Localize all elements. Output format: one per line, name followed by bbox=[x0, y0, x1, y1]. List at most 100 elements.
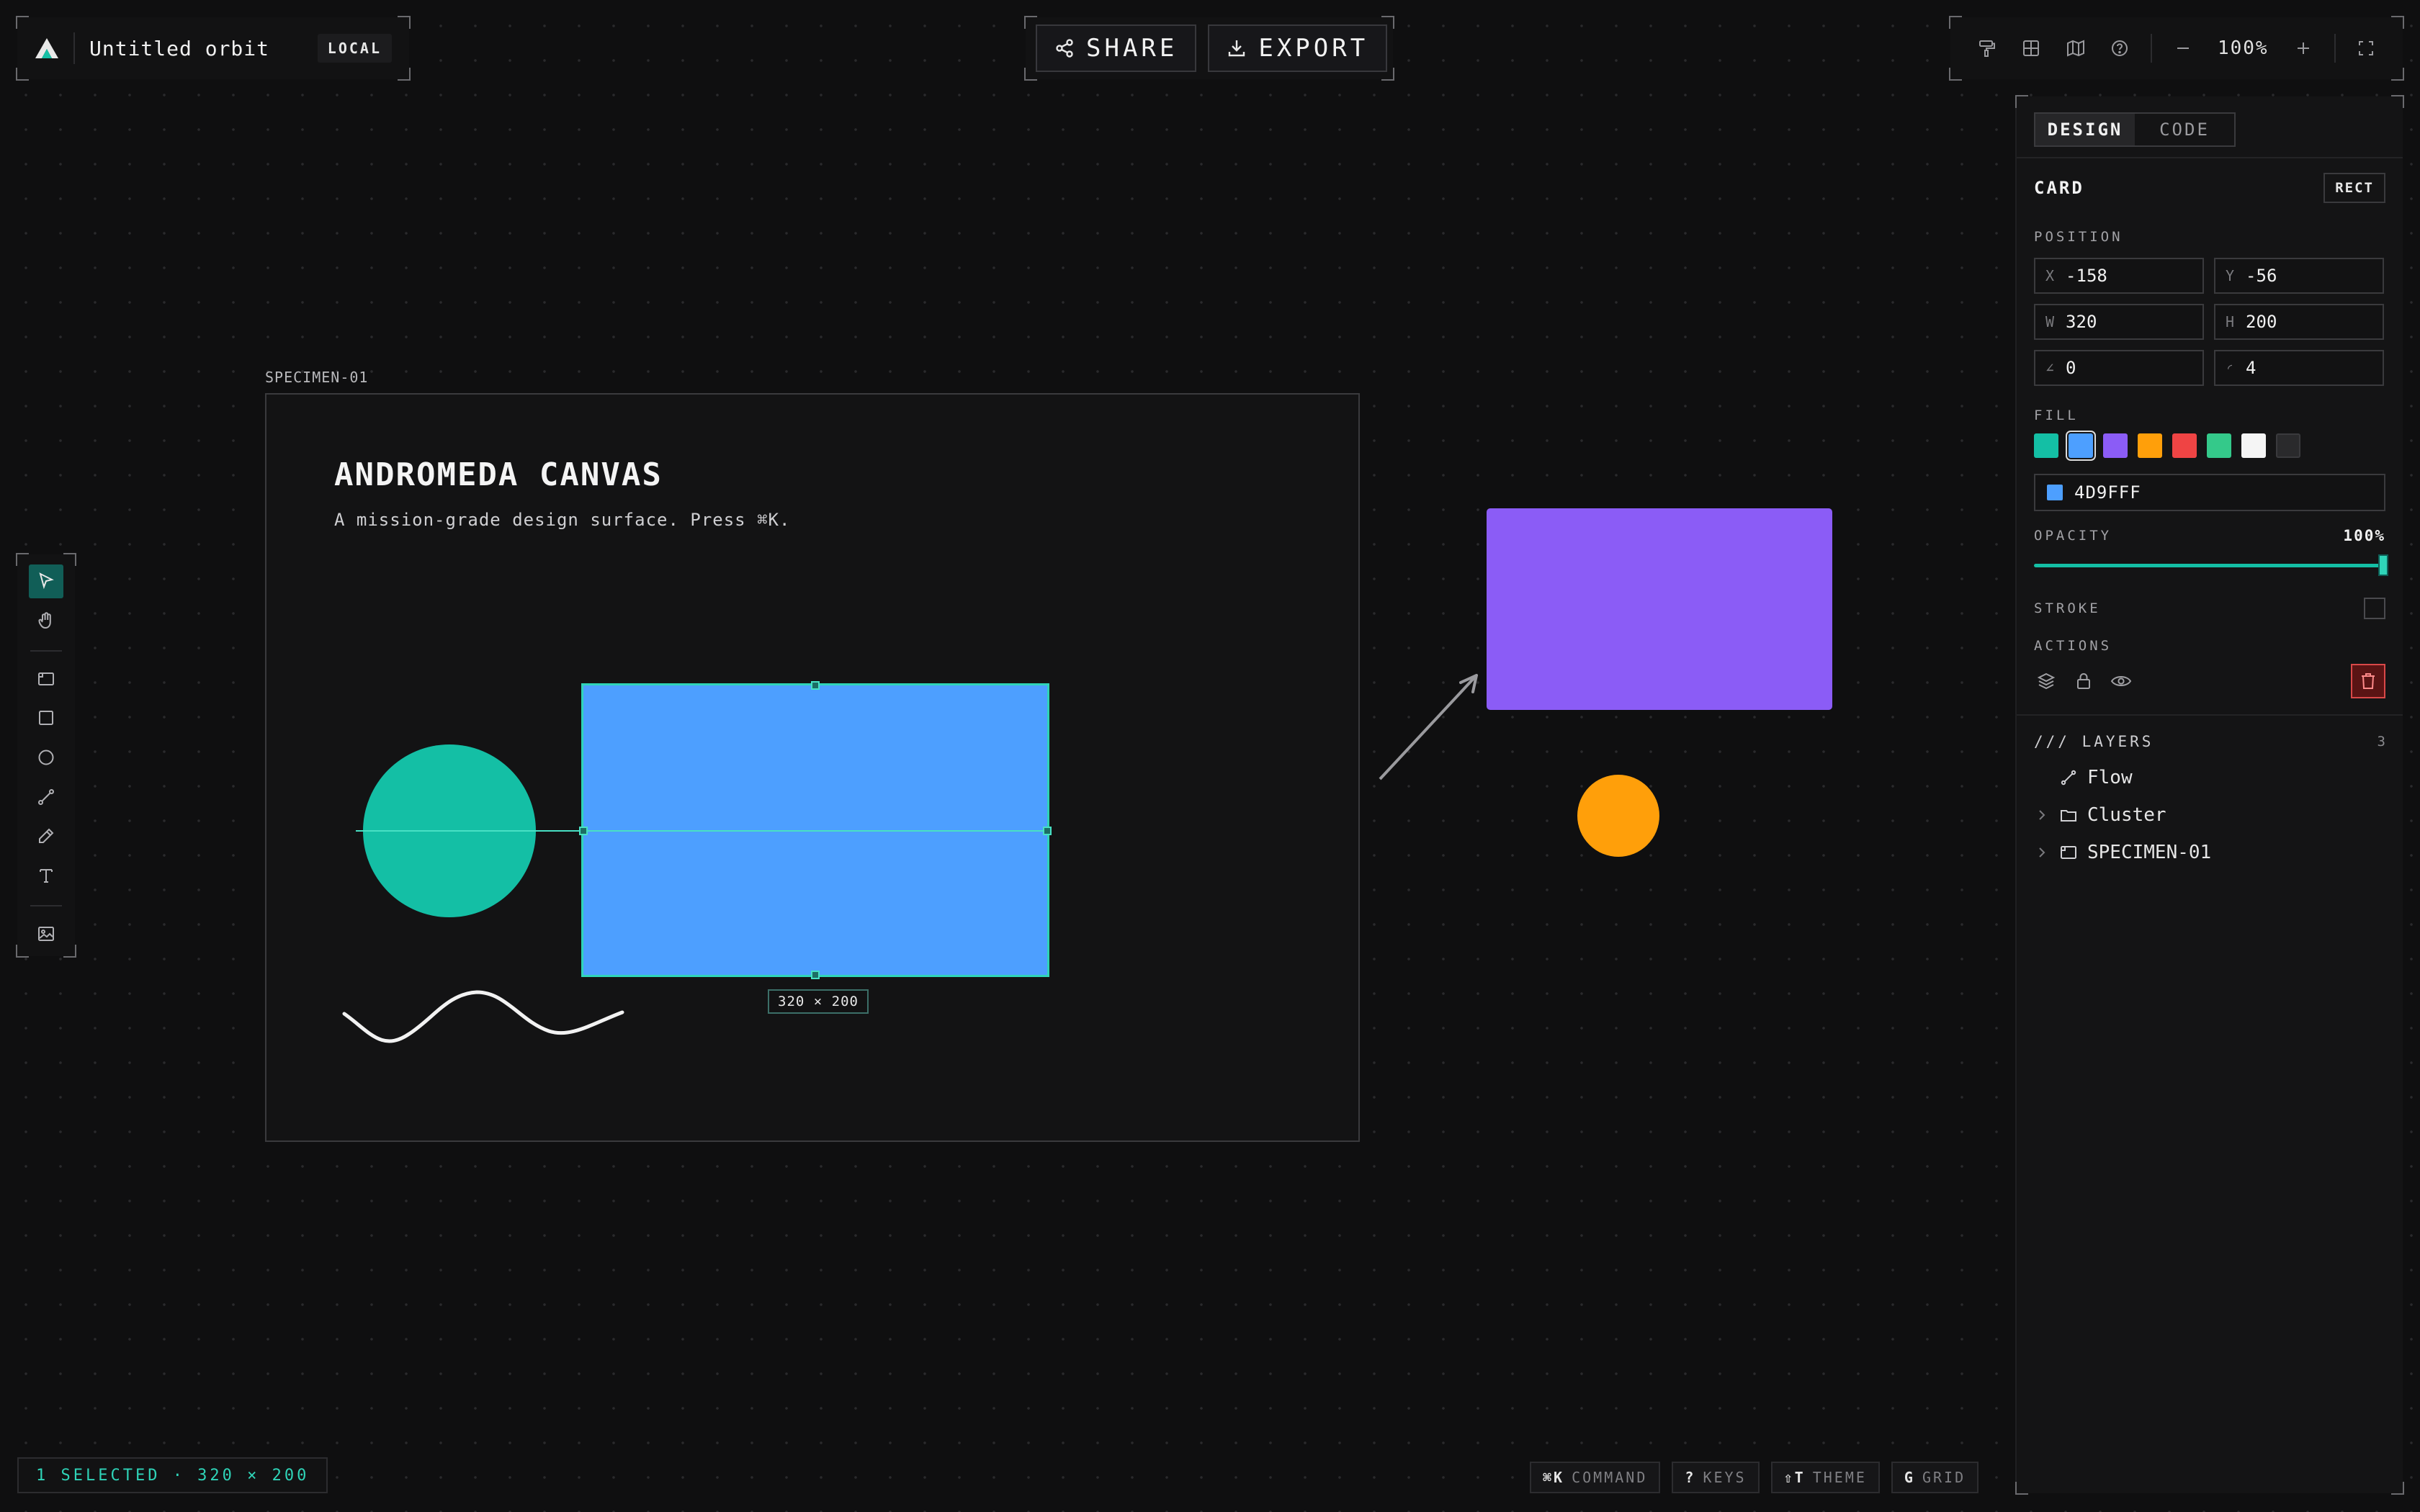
share-button[interactable]: SHARE bbox=[1036, 24, 1197, 72]
opacity-slider-thumb[interactable] bbox=[2378, 554, 2388, 576]
text-icon bbox=[40, 868, 53, 883]
hex-value[interactable]: 4D9FFF bbox=[2074, 482, 2141, 503]
height-field[interactable]: H 200 bbox=[2214, 304, 2384, 340]
y-field[interactable]: Y -56 bbox=[2214, 258, 2384, 294]
resize-handle-right[interactable] bbox=[1043, 827, 1052, 835]
hint-key: ? bbox=[1685, 1469, 1696, 1486]
zoom-in-icon[interactable] bbox=[2281, 27, 2326, 70]
height-value[interactable]: 200 bbox=[2246, 312, 2277, 332]
tab-design[interactable]: DESIGN bbox=[2035, 114, 2135, 145]
canvas-subtitle-text[interactable]: A mission-grade design surface. Press ⌘K… bbox=[334, 510, 790, 530]
frame-icon bbox=[2061, 846, 2076, 859]
resize-handle-top[interactable] bbox=[811, 681, 820, 690]
fill-section-label: FILL bbox=[2034, 408, 2079, 423]
opacity-label: OPACITY bbox=[2034, 528, 2112, 544]
stroke-label: STROKE bbox=[2034, 600, 2101, 616]
layer-item-specimen[interactable]: SPECIMEN-01 bbox=[2034, 834, 2385, 871]
pencil-tool[interactable] bbox=[29, 819, 63, 853]
color-chip[interactable] bbox=[2047, 485, 2063, 500]
hint-grid[interactable]: G GRID bbox=[1891, 1462, 1979, 1493]
chevron-right-icon[interactable] bbox=[2034, 809, 2050, 822]
hint-theme[interactable]: ⇧T THEME bbox=[1770, 1462, 1880, 1493]
selection-name[interactable]: CARD bbox=[2034, 178, 2084, 198]
frame-label[interactable]: SPECIMEN-01 bbox=[265, 369, 368, 386]
corner-radius-icon: ◜ bbox=[2226, 359, 2235, 377]
line-icon bbox=[38, 788, 54, 805]
export-button[interactable]: EXPORT bbox=[1208, 24, 1388, 72]
fill-swatches bbox=[2034, 431, 2385, 461]
color-swatch[interactable] bbox=[2276, 433, 2300, 458]
rotation-value[interactable]: 0 bbox=[2066, 358, 2076, 378]
layer-item-flow[interactable]: Flow bbox=[2034, 759, 2385, 796]
dimension-tag: 320 × 200 bbox=[768, 989, 869, 1014]
actions-row bbox=[2034, 664, 2385, 698]
purple-rectangle-shape[interactable] bbox=[1487, 508, 1832, 710]
width-value[interactable]: 320 bbox=[2066, 312, 2097, 332]
resize-handle-left[interactable] bbox=[579, 827, 588, 835]
layers-count: 3 bbox=[2377, 734, 2385, 750]
stroke-toggle-checkbox[interactable] bbox=[2364, 598, 2385, 619]
canvas-title-text[interactable]: ANDROMEDA CANVAS bbox=[334, 456, 663, 493]
tab-code[interactable]: CODE bbox=[2135, 114, 2234, 145]
document-title[interactable]: Untitled orbit bbox=[89, 37, 303, 60]
export-label: EXPORT bbox=[1258, 34, 1369, 63]
hint-key: ⇧T bbox=[1783, 1469, 1806, 1486]
opacity-slider-track[interactable] bbox=[2034, 564, 2385, 567]
x-field[interactable]: X -158 bbox=[2034, 258, 2204, 294]
chevron-right-icon[interactable] bbox=[2034, 846, 2050, 859]
paint-roller-icon[interactable] bbox=[1965, 27, 2009, 70]
wave-path-shape[interactable] bbox=[340, 981, 628, 1045]
fullscreen-icon[interactable] bbox=[2344, 27, 2389, 70]
zoom-out-icon[interactable] bbox=[2161, 27, 2205, 70]
h-label: H bbox=[2226, 313, 2235, 330]
grid-icon[interactable] bbox=[2009, 27, 2054, 70]
rotation-field[interactable]: ∠ 0 bbox=[2034, 350, 2204, 386]
color-swatch[interactable] bbox=[2172, 433, 2197, 458]
storage-badge: LOCAL bbox=[317, 34, 392, 63]
radius-field[interactable]: ◜ 4 bbox=[2214, 350, 2384, 386]
frame-tool[interactable] bbox=[29, 662, 63, 696]
map-icon[interactable] bbox=[2053, 27, 2098, 70]
color-swatch[interactable] bbox=[2034, 433, 2058, 458]
y-value[interactable]: -56 bbox=[2246, 266, 2277, 286]
w-label: W bbox=[2045, 313, 2055, 330]
color-swatch[interactable] bbox=[2103, 433, 2128, 458]
flow-arrow-connector[interactable] bbox=[1368, 662, 1484, 786]
delete-button[interactable] bbox=[2351, 664, 2385, 698]
hand-tool[interactable] bbox=[29, 604, 63, 638]
select-tool[interactable] bbox=[29, 564, 63, 598]
orange-circle-shape[interactable] bbox=[1577, 775, 1659, 857]
zoom-level[interactable]: 100% bbox=[2205, 37, 2281, 59]
eye-icon[interactable] bbox=[2109, 669, 2133, 693]
text-tool[interactable] bbox=[29, 859, 63, 893]
circle-icon bbox=[38, 750, 54, 765]
layers-stack-icon[interactable] bbox=[2034, 669, 2058, 693]
width-field[interactable]: W 320 bbox=[2034, 304, 2204, 340]
color-swatch[interactable] bbox=[2207, 433, 2231, 458]
rectangle-tool[interactable] bbox=[29, 701, 63, 735]
image-tool[interactable] bbox=[29, 917, 63, 950]
hint-label: KEYS bbox=[1703, 1469, 1747, 1486]
lock-icon[interactable] bbox=[2071, 669, 2096, 693]
opacity-value[interactable]: 100% bbox=[2343, 527, 2385, 544]
color-swatch[interactable] bbox=[2241, 433, 2266, 458]
share-icon bbox=[1056, 39, 1073, 58]
layer-item-cluster[interactable]: Cluster bbox=[2034, 796, 2385, 834]
layers-list: Flow Cluster SPECIMEN-01 bbox=[2034, 759, 2385, 871]
hint-keys[interactable]: ? KEYS bbox=[1672, 1462, 1760, 1493]
resize-handle-bottom[interactable] bbox=[811, 971, 820, 979]
app-logo-icon[interactable] bbox=[35, 37, 59, 59]
line-tool[interactable] bbox=[29, 780, 63, 814]
hint-command[interactable]: ⌘K COMMAND bbox=[1530, 1462, 1661, 1493]
opacity-slider[interactable] bbox=[2034, 553, 2388, 577]
x-value[interactable]: -158 bbox=[2066, 266, 2107, 286]
radius-value[interactable]: 4 bbox=[2246, 358, 2256, 378]
keyboard-hints: ⌘K COMMAND ? KEYS ⇧T THEME G GRID bbox=[1530, 1462, 1979, 1493]
ellipse-tool[interactable] bbox=[29, 741, 63, 775]
color-swatch[interactable] bbox=[2066, 431, 2096, 461]
share-label: SHARE bbox=[1086, 34, 1178, 63]
actions-label: ACTIONS bbox=[2034, 638, 2112, 654]
color-swatch[interactable] bbox=[2138, 433, 2162, 458]
help-icon[interactable] bbox=[2098, 27, 2143, 70]
hex-color-field[interactable]: 4D9FFF bbox=[2034, 474, 2385, 511]
